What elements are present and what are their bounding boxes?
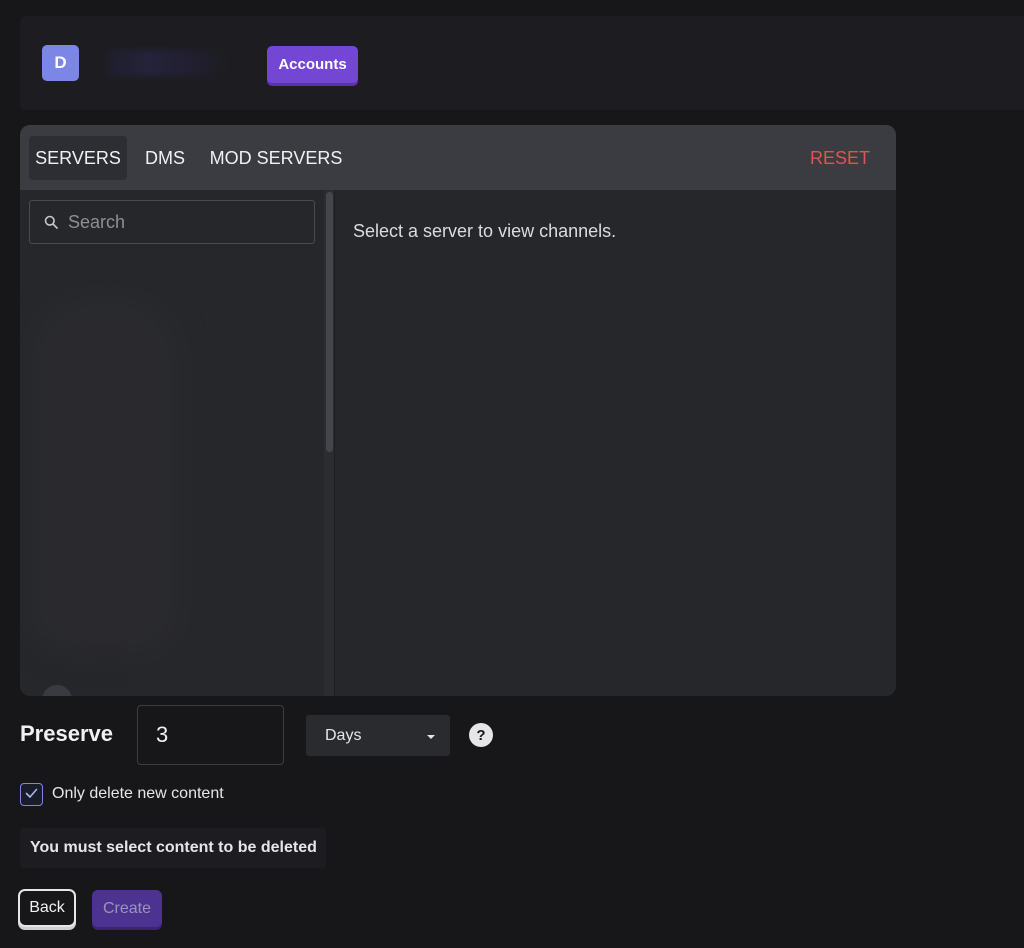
top-bar: D Accounts	[20, 16, 1024, 110]
account-name-redacted	[106, 50, 226, 76]
server-list-sidebar	[20, 190, 334, 696]
tab-mod-servers[interactable]: MOD SERVERS	[204, 136, 348, 180]
help-icon[interactable]: ?	[469, 723, 493, 747]
preserve-amount-input[interactable]	[137, 705, 284, 765]
tab-bar: SERVERS DMS MOD SERVERS RESET	[20, 125, 896, 190]
validation-warning: You must select content to be deleted	[20, 828, 326, 868]
channel-selector-panel: SERVERS DMS MOD SERVERS RESET Select a s…	[20, 125, 896, 696]
reset-button[interactable]: RESET	[810, 136, 870, 180]
search-icon	[42, 213, 60, 231]
tab-servers[interactable]: SERVERS	[29, 136, 127, 180]
only-new-content-checkbox[interactable]	[20, 783, 43, 806]
server-icon-redacted[interactable]	[42, 685, 72, 696]
server-list-redacted	[30, 295, 180, 655]
avatar-letter: D	[54, 53, 67, 72]
preserve-unit-select[interactable]: Days	[306, 715, 450, 756]
preserve-label: Preserve	[20, 721, 113, 746]
search-input[interactable]	[68, 202, 314, 242]
preserve-unit-value: Days	[325, 726, 362, 744]
account-avatar[interactable]: D	[42, 45, 79, 81]
empty-channels-message: Select a server to view channels.	[353, 221, 617, 241]
caret-down-icon	[426, 727, 436, 745]
only-new-content-label: Only delete new content	[52, 785, 224, 802]
divider	[334, 190, 335, 696]
scrollbar-thumb[interactable]	[326, 192, 333, 452]
accounts-button[interactable]: Accounts	[267, 46, 358, 83]
back-button[interactable]: Back	[18, 889, 76, 927]
tab-dms[interactable]: DMS	[136, 136, 194, 180]
search-box	[29, 200, 315, 244]
create-button[interactable]: Create	[92, 890, 162, 927]
checkmark-icon	[25, 786, 38, 804]
